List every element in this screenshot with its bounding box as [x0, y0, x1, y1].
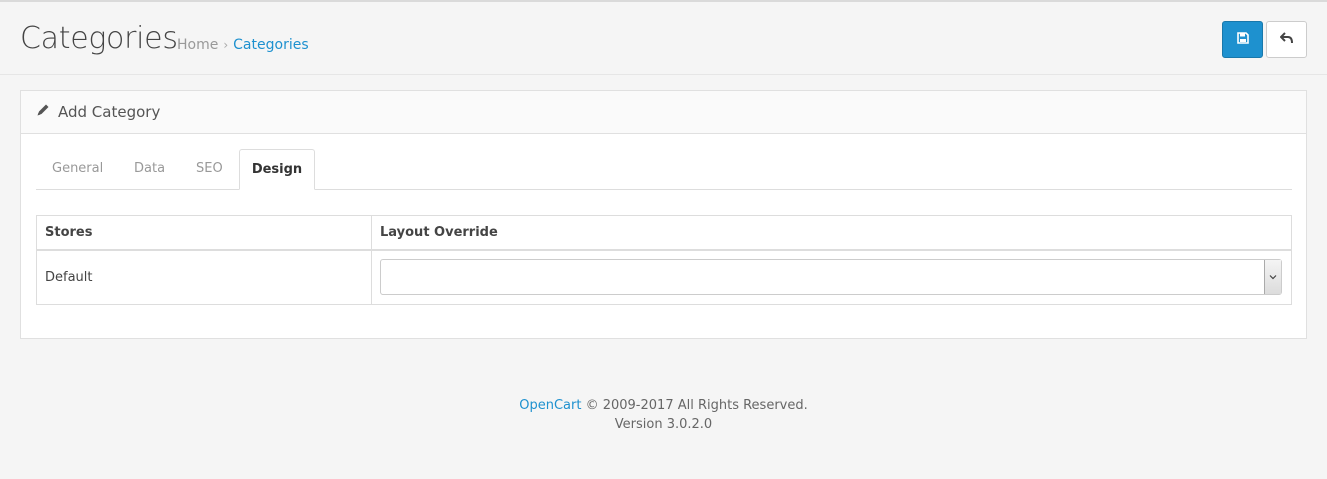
store-name-cell: Default [37, 251, 372, 304]
layout-override-cell [372, 251, 1291, 304]
breadcrumb: Home › Categories [177, 37, 309, 53]
footer-copyright-line: OpenCart © 2009-2017 All Rights Reserved… [0, 396, 1327, 415]
tab-general[interactable]: General [52, 149, 103, 190]
footer: OpenCart © 2009-2017 All Rights Reserved… [0, 396, 1327, 434]
reply-icon [1279, 31, 1294, 48]
pencil-icon [36, 103, 50, 121]
breadcrumb-home-link[interactable]: Home [177, 37, 218, 53]
table-row: Default [37, 251, 1291, 304]
tab-design[interactable]: Design [239, 149, 315, 190]
breadcrumb-categories-link[interactable]: Categories [233, 37, 308, 53]
chevron-down-icon [1264, 260, 1281, 294]
save-button[interactable] [1222, 21, 1263, 58]
tab-data[interactable]: Data [134, 149, 165, 190]
page-header: Categories Home › Categories [0, 2, 1327, 75]
back-button[interactable] [1266, 21, 1307, 58]
page-title: Categories [20, 21, 178, 56]
layout-table: Stores Layout Override Default [36, 215, 1292, 305]
tab-bar: General Data SEO Design [36, 149, 1292, 190]
column-header-layout-override: Layout Override [380, 225, 498, 240]
panel-heading: Add Category [21, 91, 1306, 134]
panel-title: Add Category [58, 103, 161, 121]
add-category-panel: Add Category General Data SEO Design Sto… [20, 90, 1307, 339]
tab-seo[interactable]: SEO [196, 149, 223, 190]
table-header-row: Stores Layout Override [37, 216, 1291, 251]
column-header-stores: Stores [37, 216, 372, 249]
breadcrumb-separator: › [223, 38, 229, 52]
save-icon [1236, 31, 1249, 48]
copyright-text: © 2009-2017 All Rights Reserved. [585, 398, 808, 413]
layout-override-select[interactable] [380, 259, 1282, 295]
opencart-link[interactable]: OpenCart [519, 398, 581, 413]
version-text: Version 3.0.2.0 [614, 417, 713, 432]
